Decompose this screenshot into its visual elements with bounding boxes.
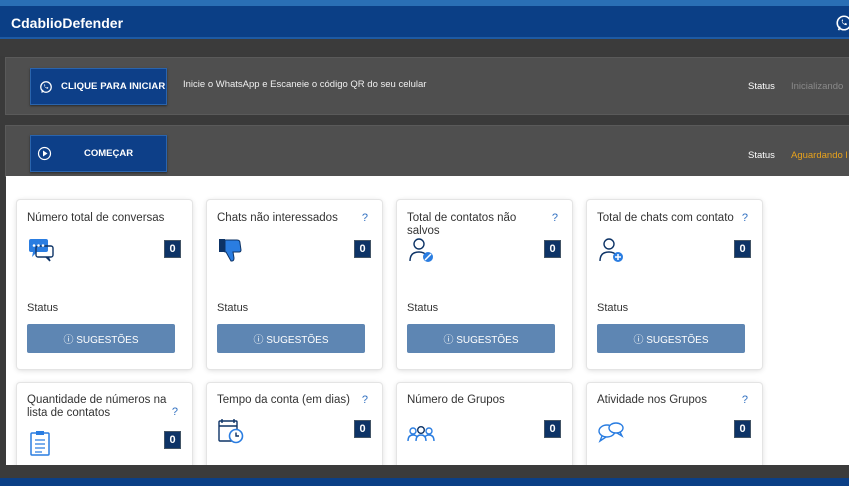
card-total-conversations: Número total de conversas 0 Status ⓘ SUG…	[17, 200, 192, 369]
card-account-age: Tempo da conta (em dias) ? 0	[207, 383, 382, 465]
begin-panel: COMEÇAR Status Aguardando l	[5, 125, 849, 177]
help-icon[interactable]: ?	[552, 212, 558, 224]
group-chat-icon	[598, 422, 624, 443]
connect-panel: CLIQUE PARA INICIAR Inicie o WhatsApp e …	[5, 57, 849, 115]
bottom-bar	[0, 478, 849, 486]
count-badge: 0	[354, 420, 371, 438]
card-status: Status	[407, 302, 439, 314]
help-icon[interactable]: ?	[742, 394, 748, 406]
card-group-count: Número de Grupos 0	[397, 383, 572, 465]
card-status: Status	[217, 302, 249, 314]
card-status: Status	[27, 302, 59, 314]
count-badge: 0	[164, 431, 181, 449]
instruction-text: Inicie o WhatsApp e Escaneie o código QR…	[183, 79, 427, 90]
status-value: Aguardando l	[791, 150, 848, 161]
calendar-clock-icon	[218, 419, 244, 444]
suggestions-button[interactable]: ⓘ SUGESTÕES	[407, 324, 555, 353]
suggestions-button[interactable]: ⓘ SUGESTÕES	[217, 324, 365, 353]
card-chats-with-contact: Total de chats com contato ? 0 Status ⓘ …	[587, 200, 762, 369]
help-icon[interactable]: ?	[742, 212, 748, 224]
thumbs-down-icon	[219, 239, 242, 262]
card-title: Número de Grupos	[407, 394, 505, 406]
whatsapp-icon[interactable]	[835, 14, 849, 32]
suggestions-button[interactable]: ⓘ SUGESTÕES	[597, 324, 745, 353]
card-title: Chats não interessados	[217, 212, 338, 224]
comecar-button-label: COMEÇAR	[84, 148, 134, 159]
card-contact-list-count: Quantidade de números na lista de contat…	[17, 383, 192, 465]
card-title: Atividade nos Grupos	[597, 394, 707, 406]
card-title: Tempo da conta (em dias)	[217, 394, 350, 406]
user-add-icon	[599, 238, 623, 262]
count-badge: 0	[544, 420, 561, 438]
chat-bubbles-icon	[29, 239, 54, 262]
start-button-label: CLIQUE PARA INICIAR	[61, 81, 166, 92]
card-title: Número total de conversas	[27, 212, 165, 224]
user-blocked-icon	[409, 238, 433, 262]
dashboard: Número total de conversas 0 Status ⓘ SUG…	[6, 176, 849, 465]
comecar-button[interactable]: COMEÇAR	[30, 135, 167, 172]
card-group-activity: Atividade nos Grupos ? 0	[587, 383, 762, 465]
status-label: Status	[748, 81, 775, 92]
play-icon	[37, 146, 52, 161]
suggestions-button[interactable]: ⓘ SUGESTÕES	[27, 324, 175, 353]
separator	[0, 39, 849, 56]
start-button[interactable]: CLIQUE PARA INICIAR	[30, 68, 167, 105]
count-badge: 0	[164, 240, 181, 258]
card-title: Total de chats com contato	[597, 212, 734, 224]
status-label: Status	[748, 150, 775, 161]
count-badge: 0	[734, 240, 751, 258]
card-unsaved-contacts: Total de contatos não salvos ? 0 Status …	[397, 200, 572, 369]
count-badge: 0	[354, 240, 371, 258]
whatsapp-icon	[40, 80, 52, 93]
group-icon	[407, 425, 435, 442]
count-badge: 0	[734, 420, 751, 438]
count-badge: 0	[544, 240, 561, 258]
card-status: Status	[597, 302, 629, 314]
card-title: Total de contatos não salvos	[407, 212, 517, 237]
app-title: CdablioDefender	[11, 15, 124, 31]
card-title: Quantidade de números na lista de contat…	[27, 394, 167, 419]
card-uninterested-chats: Chats não interessados ? 0 Status ⓘ SUGE…	[207, 200, 382, 369]
clipboard-list-icon	[30, 431, 50, 456]
help-icon[interactable]: ?	[362, 212, 368, 224]
title-bar: CdablioDefender	[0, 6, 849, 39]
help-icon[interactable]: ?	[362, 394, 368, 406]
status-value: Inicializando	[791, 81, 844, 92]
help-icon[interactable]: ?	[172, 406, 178, 418]
